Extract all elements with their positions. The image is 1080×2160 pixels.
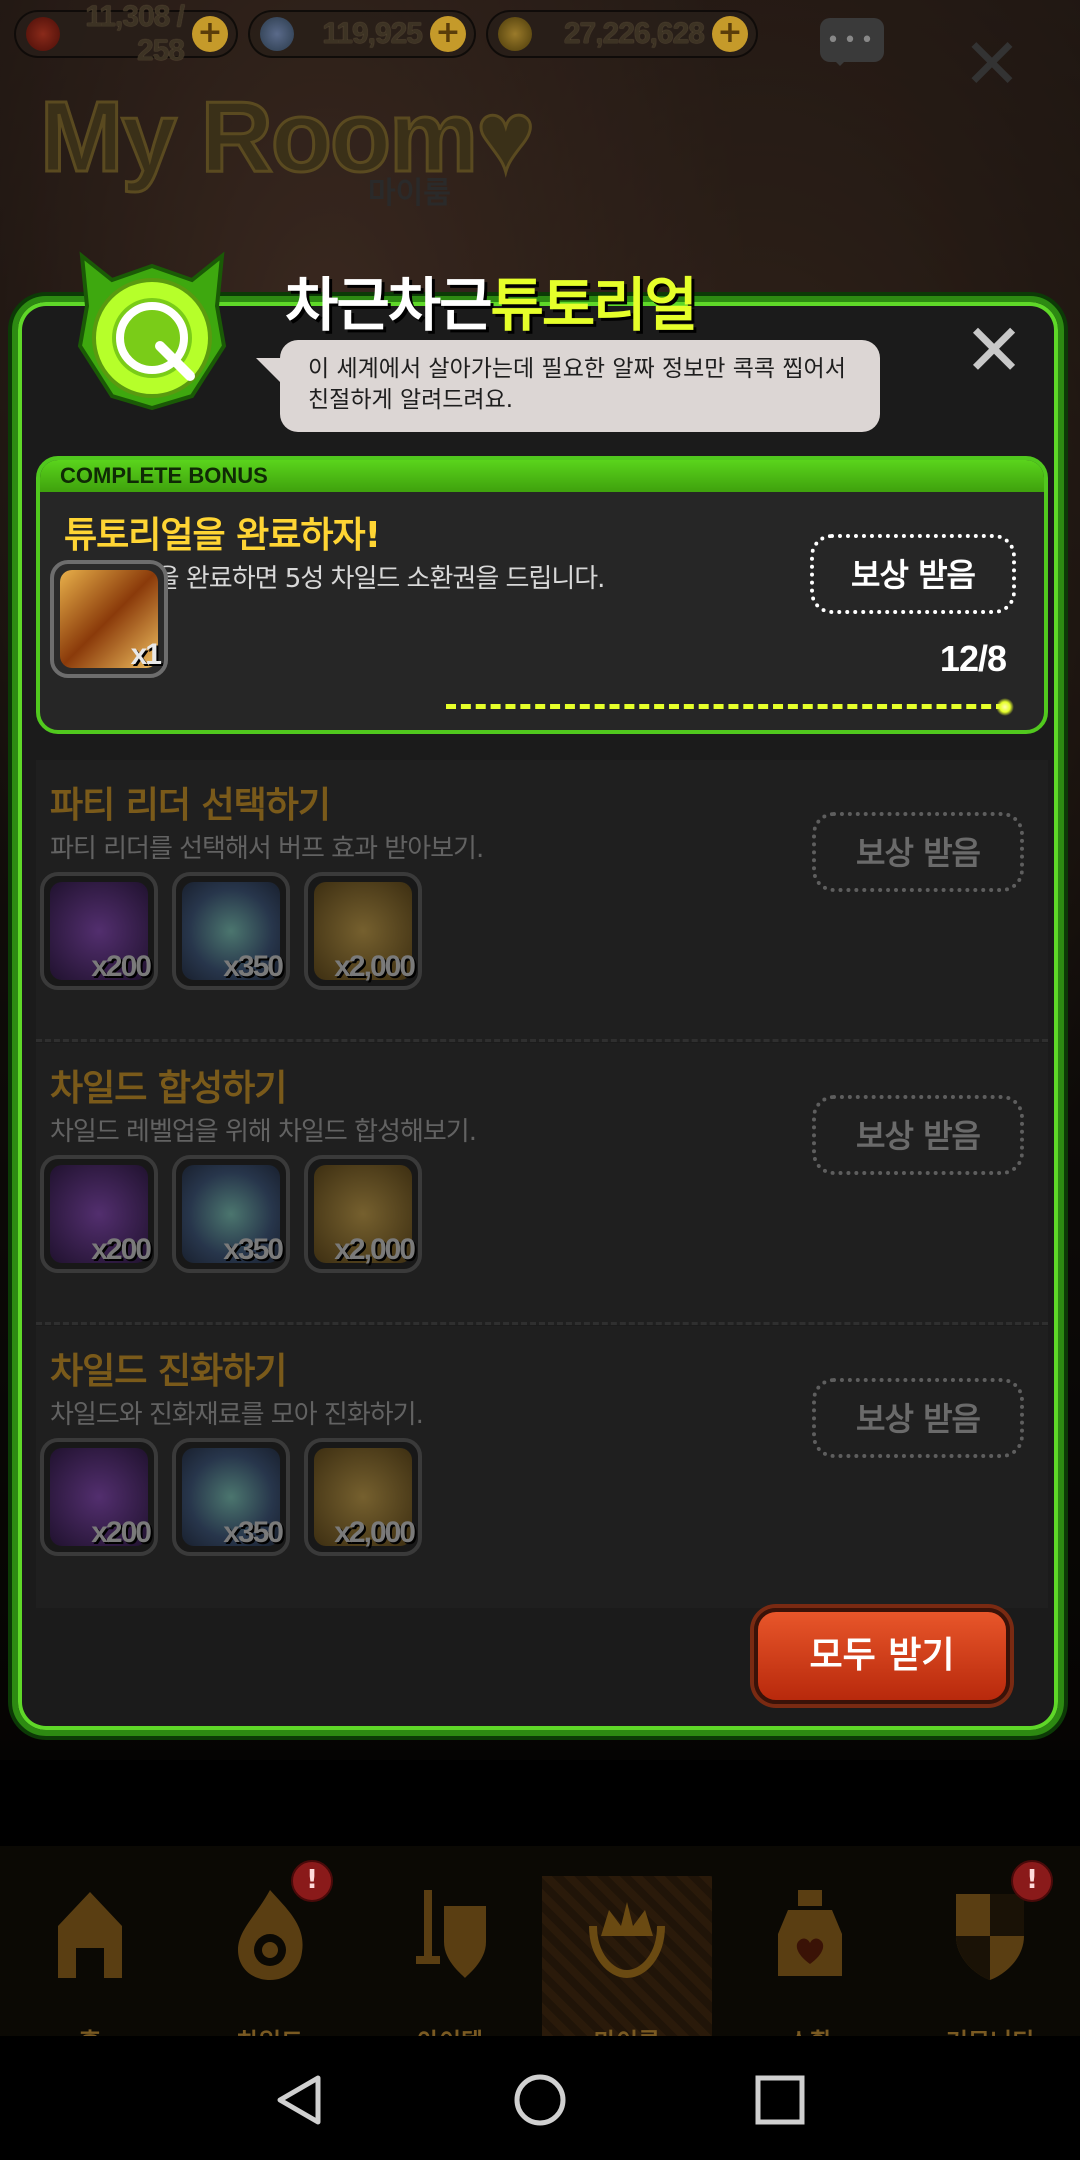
nav-item-home[interactable]: 홈: [5, 1876, 175, 2056]
reward-slot: x350: [172, 1155, 290, 1273]
quest-reward-button[interactable]: 보상 받음: [812, 1378, 1024, 1458]
bonus-reward-button[interactable]: 보상 받음: [810, 534, 1016, 614]
quest-reward-button[interactable]: 보상 받음: [812, 1095, 1024, 1175]
popup-title: 차근차근튜토리얼: [285, 258, 698, 342]
reward-quantity: x200: [91, 1516, 152, 1549]
hearts-value: 11,308 / 258: [85, 0, 185, 67]
reward-slot: x200: [40, 872, 158, 990]
nav-item-item[interactable]: 아이템: [365, 1876, 535, 2056]
gems-value: 119,925: [322, 17, 423, 50]
add-gems-button[interactable]: +: [430, 16, 466, 52]
quest-title: 파티 리더 선택하기: [50, 785, 331, 826]
flame-eye-icon: [238, 1890, 303, 1980]
back-icon[interactable]: [272, 2072, 328, 2128]
home-icon: [58, 1892, 122, 1978]
bonus-header: COMPLETE BONUS: [40, 460, 1044, 492]
reward-quantity: x1: [130, 638, 162, 671]
reward-quantity: x200: [91, 950, 152, 983]
potion-heart-icon: [778, 1890, 842, 1976]
reward-slot: x350: [172, 1438, 290, 1556]
gems-counter: 119,925 +: [248, 10, 476, 58]
add-coins-button[interactable]: +: [712, 16, 748, 52]
quest-description: 차일드 레벨업을 위해 차일드 합성해보기.: [50, 1117, 477, 1147]
reward-quantity: x2,000: [334, 950, 416, 983]
nav-item-summon[interactable]: 소환: [725, 1876, 895, 2056]
page-title: My Room♥: [38, 80, 536, 195]
quest-row: 차일드 진화하기 차일드와 진화재료를 모아 진화하기. 보상 받음 x200 …: [36, 1326, 1048, 1608]
coins-value: 27,226,628: [563, 17, 705, 50]
reward-slot: x200: [40, 1438, 158, 1556]
hearts-counter: 11,308 / 258 +: [14, 0, 238, 67]
speech-bubble: 이 세계에서 살아가는데 필요한 알짜 정보만 콕콕 찝어서 친절하게 알려드려…: [256, 340, 880, 432]
quest-description: 파티 리더를 선택해서 버프 효과 받아보기.: [50, 834, 484, 864]
reward-slot: x350: [172, 872, 290, 990]
system-navigation-bar: [0, 2036, 1080, 2160]
bonus-progress-count: 12/8: [939, 638, 1007, 679]
gem-icon: [260, 17, 294, 51]
crown-wreath-icon: [589, 1902, 665, 1979]
reward-slot: x2,000: [304, 1438, 422, 1556]
popup-title-prefix: 차근차근: [285, 271, 492, 339]
currency-bar: 11,308 / 258 + 119,925 + 27,226,628 +: [14, 0, 758, 67]
quest-row: 차일드 합성하기 차일드 레벨업을 위해 차일드 합성해보기. 보상 받음 x2…: [36, 1043, 1048, 1325]
quest-title: 차일드 합성하기: [50, 1068, 287, 1109]
quest-q-icon: [77, 251, 227, 411]
bottom-navigation: 홈 차일드 ! 아이템 마이룸 소환 커뮤니티 !: [0, 1846, 1080, 2056]
popup-close-icon[interactable]: ✕: [962, 314, 1026, 386]
receive-all-button[interactable]: 모두 받기: [754, 1608, 1010, 1704]
home-circle-icon[interactable]: [512, 2072, 568, 2128]
bonus-progress-bar: [446, 704, 1006, 709]
reward-quantity: x350: [223, 1516, 284, 1549]
quest-description: 차일드와 진화재료를 모아 진화하기.: [50, 1400, 424, 1430]
nav-item-child[interactable]: 차일드 !: [185, 1860, 355, 2056]
reward-slot: x2,000: [304, 872, 422, 990]
popup-title-highlight: 튜토리얼: [490, 271, 697, 339]
coins-counter: 27,226,628 +: [486, 10, 758, 58]
recents-icon[interactable]: [752, 2072, 808, 2128]
reward-slot: x200: [40, 1155, 158, 1273]
reward-quantity: x350: [223, 1233, 284, 1266]
sword-shield-icon: [416, 1890, 486, 1978]
quest-title: 차일드 진화하기: [50, 1351, 287, 1392]
alert-badge: !: [291, 1860, 333, 1902]
coin-icon: [498, 17, 532, 51]
nav-item-myroom[interactable]: 마이룸: [542, 1876, 712, 2056]
nav-item-community[interactable]: 커뮤니티 !: [905, 1860, 1075, 2056]
reward-quantity: x2,000: [334, 1516, 416, 1549]
screen-close-icon[interactable]: ✕: [962, 29, 1022, 99]
add-hearts-button[interactable]: +: [192, 16, 228, 52]
page-subtitle: 마이룸: [368, 176, 451, 211]
complete-bonus-panel: COMPLETE BONUS 튜토리얼을 완료하자! 튜토리얼을 완료하면 5성…: [36, 456, 1048, 734]
heart-icon: [26, 17, 60, 51]
reward-quantity: x350: [223, 950, 284, 983]
chat-icon[interactable]: •••: [820, 18, 884, 66]
quest-reward-button[interactable]: 보상 받음: [812, 812, 1024, 892]
reward-quantity: x2,000: [334, 1233, 416, 1266]
reward-slot: x2,000: [304, 1155, 422, 1273]
summon-ticket-reward: x1: [50, 560, 168, 678]
bonus-title: 튜토리얼을 완료하자!: [64, 515, 381, 556]
alert-badge: !: [1011, 1860, 1053, 1902]
quest-row: 파티 리더 선택하기 파티 리더를 선택해서 버프 효과 받아보기. 보상 받음…: [36, 760, 1048, 1042]
progress-spark-icon: [996, 698, 1014, 716]
reward-quantity: x200: [91, 1233, 152, 1266]
shield-icon: [956, 1894, 1024, 1980]
